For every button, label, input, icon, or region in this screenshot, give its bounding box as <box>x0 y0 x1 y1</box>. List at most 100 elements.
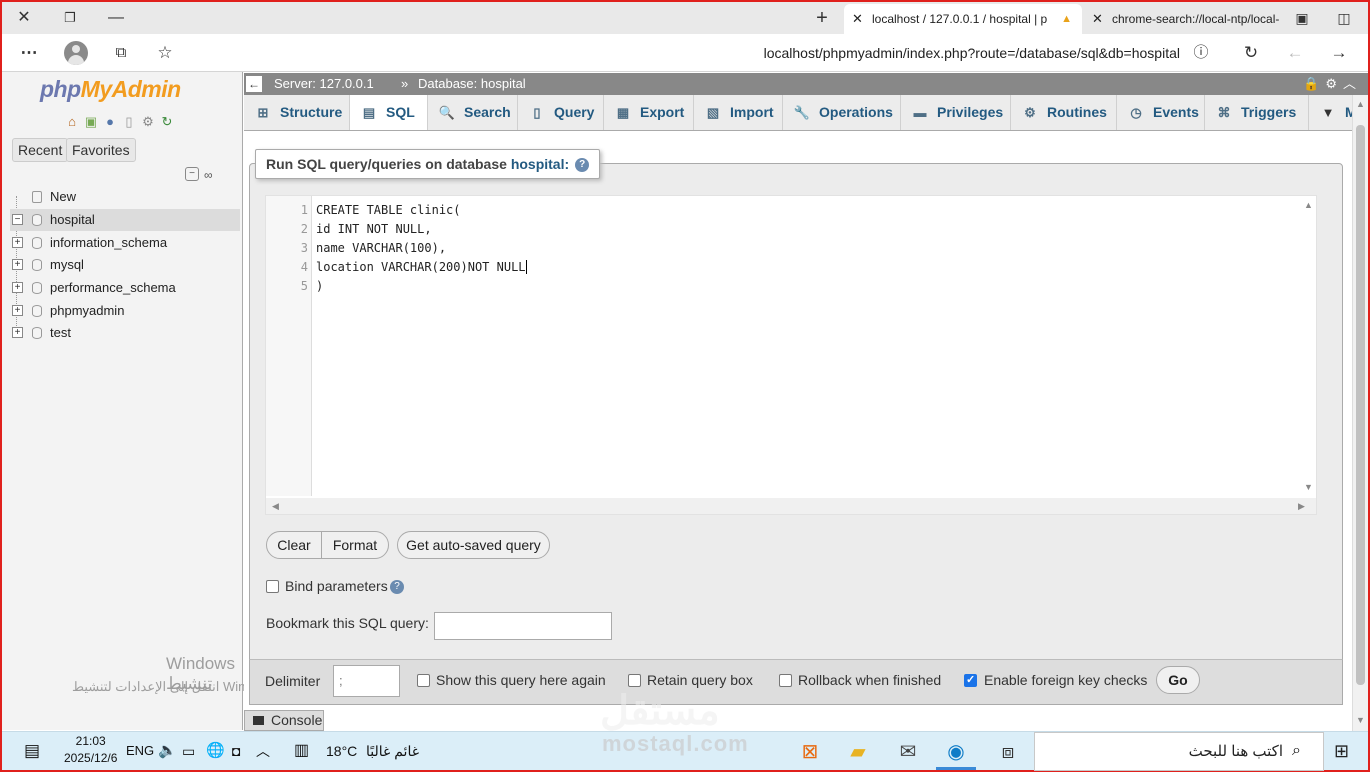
browser-tab-phpmyadmin[interactable]: ✕ localhost / 127.0.0.1 / hospital | p ▲ <box>844 4 1082 34</box>
expand-icon[interactable]: + <box>12 237 23 248</box>
scroll-down-icon[interactable]: ▼ <box>1304 482 1313 492</box>
breadcrumb-database[interactable]: Database: hospital <box>418 73 526 95</box>
scrollbar-thumb[interactable] <box>1356 125 1365 685</box>
tree-item-new[interactable]: New <box>10 186 240 208</box>
expand-icon[interactable]: + <box>12 282 23 293</box>
scroll-down-icon[interactable]: ▼ <box>1356 715 1365 725</box>
close-window-icon[interactable]: ✕ <box>14 8 34 28</box>
tree-item-hospital[interactable]: − hospital <box>10 209 240 231</box>
clock[interactable]: 21:03 2025/12/6 <box>64 733 117 767</box>
show-hidden-icons-icon[interactable]: ︿ <box>256 740 270 762</box>
collapse-icon[interactable]: − <box>12 214 23 225</box>
editor-vertical-scrollbar[interactable]: ▲ ▼ <box>1302 196 1316 496</box>
tree-item-information-schema[interactable]: + information_schema <box>10 232 240 254</box>
volume-icon[interactable]: 🔈 <box>158 740 177 762</box>
tree-item-phpmyadmin[interactable]: + phpmyadmin <box>10 300 240 322</box>
rollback-label[interactable]: Rollback when finished <box>798 672 941 688</box>
scroll-up-icon[interactable]: ▲ <box>1304 200 1313 210</box>
tree-item-test[interactable]: + test <box>10 322 240 344</box>
favorites-button[interactable]: Favorites <box>66 138 136 162</box>
back-icon[interactable]: ← <box>1284 42 1306 64</box>
logout-icon[interactable]: ▣ <box>83 114 99 130</box>
tab-privileges[interactable]: ▬ Privileges <box>901 95 1011 130</box>
expand-icon[interactable]: + <box>12 305 23 316</box>
page-scrollbar[interactable]: ▲ ▼ <box>1352 95 1368 731</box>
bind-parameters-checkbox[interactable] <box>266 580 279 593</box>
tab-search[interactable]: 🔍 Search <box>428 95 518 130</box>
weather-text[interactable]: غائم غالبًا <box>366 740 419 762</box>
site-info-icon[interactable]: ⓘ <box>1190 42 1212 64</box>
collapse-top-icon[interactable]: ︿ <box>1343 73 1362 95</box>
weather-temp[interactable]: 18°C <box>326 740 357 762</box>
expand-icon[interactable]: + <box>12 259 23 270</box>
battery-icon[interactable]: ▭ <box>182 740 195 762</box>
tab-close-icon[interactable]: ✕ <box>852 4 866 34</box>
tab-routines[interactable]: ⚙ Routines <box>1011 95 1117 130</box>
settings-gear-icon[interactable]: ⚙ <box>1325 73 1343 95</box>
foreign-key-checks-checkbox[interactable] <box>964 673 977 687</box>
bind-parameters-label[interactable]: Bind parameters <box>285 578 388 594</box>
language-indicator[interactable]: ENG <box>126 740 154 762</box>
retain-query-box-label[interactable]: Retain query box <box>647 672 753 688</box>
tree-item-performance-schema[interactable]: + performance_schema <box>10 277 240 299</box>
recent-button[interactable]: Recent <box>12 138 69 162</box>
collapse-nav-icon[interactable]: ← <box>246 76 262 92</box>
tab-triggers[interactable]: ⌘ Triggers <box>1205 95 1309 130</box>
get-auto-saved-query-button[interactable]: Get auto-saved query <box>397 531 550 559</box>
console-toggle[interactable]: Console <box>244 710 324 731</box>
help-icon[interactable]: ● <box>102 114 118 130</box>
favorites-star-icon[interactable]: ☆ <box>154 42 176 64</box>
format-button[interactable]: Format <box>321 531 389 559</box>
edge-browser-icon[interactable]: ◉ <box>936 734 976 770</box>
show-query-label[interactable]: Show this query here again <box>436 672 606 688</box>
network-icon[interactable]: 🌐 <box>206 740 225 762</box>
task-view-icon[interactable]: ⧈ <box>988 734 1028 770</box>
breadcrumb-server[interactable]: Server: 127.0.0.1 <box>274 73 374 95</box>
file-explorer-icon[interactable]: ▰ <box>838 734 878 770</box>
collapse-all-icon[interactable]: − <box>185 167 199 181</box>
tab-export[interactable]: ▦ Export <box>604 95 694 130</box>
delimiter-input[interactable]: ; <box>333 665 400 697</box>
refresh-icon[interactable]: ↻ <box>1240 42 1262 64</box>
forward-icon[interactable]: → <box>1328 42 1350 64</box>
tab-events[interactable]: ◷ Events <box>1117 95 1205 130</box>
minimize-window-icon[interactable]: — <box>106 8 126 28</box>
tab-structure[interactable]: ⊞ Structure <box>244 95 350 130</box>
xampp-app-icon[interactable]: ⊠ <box>790 734 830 770</box>
browser-tab-ntp[interactable]: ✕ chrome-search://local-ntp/local- <box>1084 4 1284 34</box>
retain-query-box-checkbox[interactable] <box>628 674 641 687</box>
tab-sql[interactable]: ▤ SQL <box>350 95 428 130</box>
more-menu-icon[interactable]: ⋯ <box>18 42 40 64</box>
home-icon[interactable]: ⌂ <box>64 114 80 130</box>
link-with-main-icon[interactable]: ∞ <box>204 168 213 182</box>
clear-button[interactable]: Clear <box>266 531 322 559</box>
restore-window-icon[interactable]: ❐ <box>60 8 80 28</box>
go-button[interactable]: Go <box>1156 666 1200 694</box>
help-icon[interactable]: ? <box>390 580 404 594</box>
reload-nav-icon[interactable]: ↻ <box>159 114 175 130</box>
sql-editor[interactable]: 1 2 3 4 5 CREATE TABLE clinic( id INT NO… <box>265 195 1317 515</box>
taskbar-search-box[interactable]: اكتب هنا للبحث <box>1034 732 1324 771</box>
settings-gear-icon[interactable]: ⚙ <box>140 114 156 130</box>
tree-item-mysql[interactable]: + mysql <box>10 254 240 276</box>
tab-operations[interactable]: 🔧 Operations <box>783 95 901 130</box>
docs-icon[interactable]: ▯ <box>121 114 137 130</box>
url-field[interactable]: localhost/phpmyadmin/index.php?route=/da… <box>202 39 1222 67</box>
tab-more[interactable]: ▼M <box>1309 95 1354 130</box>
help-icon[interactable]: ? <box>575 158 590 173</box>
profile-avatar[interactable] <box>64 41 88 65</box>
tab-close-icon[interactable]: ✕ <box>1092 4 1106 34</box>
notifications-icon[interactable]: ▤ <box>24 740 40 762</box>
scroll-right-icon[interactable]: ▶ <box>1298 501 1305 512</box>
lock-icon[interactable]: 🔒 <box>1303 73 1325 95</box>
foreign-key-checks-label[interactable]: Enable foreign key checks <box>984 672 1147 688</box>
scroll-left-icon[interactable]: ◀ <box>272 501 279 512</box>
expand-icon[interactable]: + <box>12 327 23 338</box>
bookmark-input[interactable] <box>434 612 612 640</box>
tab-query[interactable]: ▯ Query <box>518 95 604 130</box>
scroll-up-icon[interactable]: ▲ <box>1356 99 1365 109</box>
rollback-checkbox[interactable] <box>779 674 792 687</box>
new-tab-icon[interactable]: + <box>812 8 832 28</box>
vertical-tabs-icon[interactable]: ◫ <box>1334 8 1354 28</box>
onedrive-icon[interactable]: ◘ <box>232 740 240 762</box>
